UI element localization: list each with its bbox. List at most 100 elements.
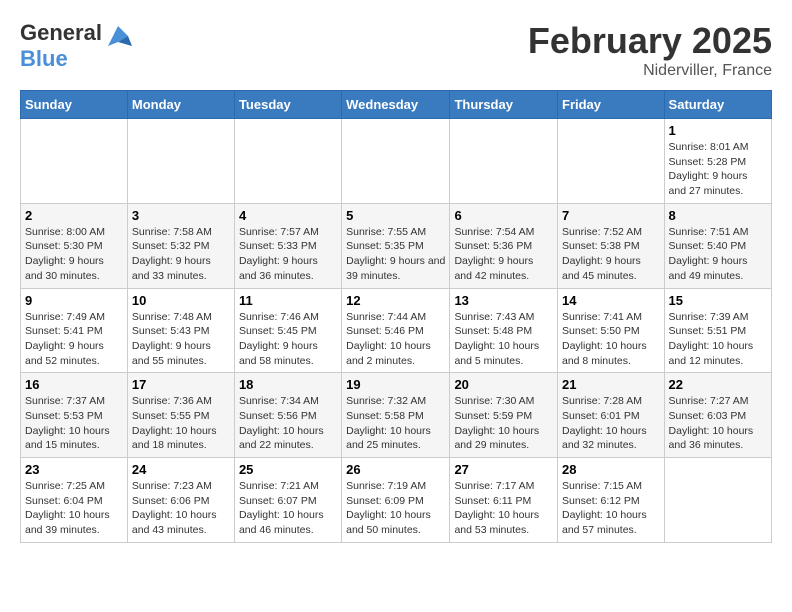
- table-row: 15Sunrise: 7:39 AM Sunset: 5:51 PM Dayli…: [664, 288, 771, 373]
- day-info: Sunrise: 7:52 AM Sunset: 5:38 PM Dayligh…: [562, 225, 660, 284]
- title-area: February 2025 Niderviller, France: [528, 20, 772, 80]
- day-info: Sunrise: 7:55 AM Sunset: 5:35 PM Dayligh…: [346, 225, 445, 284]
- day-number: 21: [562, 377, 660, 392]
- day-info: Sunrise: 7:49 AM Sunset: 5:41 PM Dayligh…: [25, 310, 123, 369]
- table-row: 9 Sunrise: 7:49 AM Sunset: 5:41 PM Daylig…: [21, 288, 128, 373]
- table-row: 1 Sunrise: 8:01 AM Sunset: 5:28 PM Daylig…: [664, 119, 771, 204]
- table-row: 14 Sunrise: 7:41 AM Sunset: 5:50 PM Dayli…: [558, 288, 665, 373]
- table-row: 23 Sunrise: 7:25 AM Sunset: 6:04 PM Dayli…: [21, 458, 128, 543]
- table-row: 28 Sunrise: 7:15 AM Sunset: 6:12 PM Dayli…: [558, 458, 665, 543]
- table-row: 13 Sunrise: 7:43 AM Sunset: 5:48 PM Dayli…: [450, 288, 558, 373]
- month-title: February 2025: [528, 20, 772, 62]
- day-number: 28: [562, 462, 660, 477]
- logo-blue: Blue: [20, 46, 68, 71]
- day-number: 2: [25, 208, 123, 223]
- table-row: [342, 119, 450, 204]
- day-info: Sunrise: 7:15 AM Sunset: 6:12 PM Dayligh…: [562, 479, 660, 538]
- day-number: 24: [132, 462, 230, 477]
- location-title: Niderviller, France: [528, 62, 772, 80]
- table-row: [127, 119, 234, 204]
- day-number: 26: [346, 462, 445, 477]
- day-info: Sunrise: 7:41 AM Sunset: 5:50 PM Dayligh…: [562, 310, 660, 369]
- day-number: 8: [669, 208, 767, 223]
- calendar-week-row: 23 Sunrise: 7:25 AM Sunset: 6:04 PM Dayli…: [21, 458, 772, 543]
- day-info: Sunrise: 7:54 AM Sunset: 5:36 PM Dayligh…: [454, 225, 553, 284]
- logo: General Blue: [20, 20, 132, 72]
- day-number: 6: [454, 208, 553, 223]
- header-thursday: Thursday: [450, 91, 558, 119]
- table-row: 10 Sunrise: 7:48 AM Sunset: 5:43 PM Dayli…: [127, 288, 234, 373]
- table-row: 25 Sunrise: 7:21 AM Sunset: 6:07 PM Dayli…: [234, 458, 341, 543]
- calendar-week-row: 16 Sunrise: 7:37 AM Sunset: 5:53 PM Dayli…: [21, 373, 772, 458]
- table-row: 3 Sunrise: 7:58 AM Sunset: 5:32 PM Daylig…: [127, 203, 234, 288]
- day-number: 19: [346, 377, 445, 392]
- calendar-week-row: 2Sunrise: 8:00 AM Sunset: 5:30 PM Daylig…: [21, 203, 772, 288]
- table-row: 5 Sunrise: 7:55 AM Sunset: 5:35 PM Daylig…: [342, 203, 450, 288]
- table-row: 4Sunrise: 7:57 AM Sunset: 5:33 PM Daylig…: [234, 203, 341, 288]
- table-row: 26 Sunrise: 7:19 AM Sunset: 6:09 PM Dayli…: [342, 458, 450, 543]
- header-tuesday: Tuesday: [234, 91, 341, 119]
- day-info: Sunrise: 7:28 AM Sunset: 6:01 PM Dayligh…: [562, 394, 660, 453]
- day-info: Sunrise: 7:21 AM Sunset: 6:07 PM Dayligh…: [239, 479, 337, 538]
- table-row: [450, 119, 558, 204]
- day-info: Sunrise: 7:43 AM Sunset: 5:48 PM Dayligh…: [454, 310, 553, 369]
- day-info: Sunrise: 7:34 AM Sunset: 5:56 PM Dayligh…: [239, 394, 337, 453]
- table-row: [21, 119, 128, 204]
- table-row: 18 Sunrise: 7:34 AM Sunset: 5:56 PM Dayli…: [234, 373, 341, 458]
- day-info: Sunrise: 8:01 AM Sunset: 5:28 PM Dayligh…: [669, 140, 767, 199]
- day-number: 12: [346, 293, 445, 308]
- header-wednesday: Wednesday: [342, 91, 450, 119]
- day-info: Sunrise: 7:57 AM Sunset: 5:33 PM Dayligh…: [239, 225, 337, 284]
- table-row: 16 Sunrise: 7:37 AM Sunset: 5:53 PM Dayli…: [21, 373, 128, 458]
- day-info: Sunrise: 7:19 AM Sunset: 6:09 PM Dayligh…: [346, 479, 445, 538]
- day-number: 7: [562, 208, 660, 223]
- day-number: 15: [669, 293, 767, 308]
- table-row: 19Sunrise: 7:32 AM Sunset: 5:58 PM Dayli…: [342, 373, 450, 458]
- day-info: Sunrise: 7:51 AM Sunset: 5:40 PM Dayligh…: [669, 225, 767, 284]
- day-number: 16: [25, 377, 123, 392]
- day-number: 23: [25, 462, 123, 477]
- table-row: [558, 119, 665, 204]
- day-info: Sunrise: 7:17 AM Sunset: 6:11 PM Dayligh…: [454, 479, 553, 538]
- table-row: 21 Sunrise: 7:28 AM Sunset: 6:01 PM Dayli…: [558, 373, 665, 458]
- day-number: 3: [132, 208, 230, 223]
- day-number: 10: [132, 293, 230, 308]
- day-number: 14: [562, 293, 660, 308]
- table-row: 22Sunrise: 7:27 AM Sunset: 6:03 PM Dayli…: [664, 373, 771, 458]
- day-number: 5: [346, 208, 445, 223]
- day-number: 9: [25, 293, 123, 308]
- header-saturday: Saturday: [664, 91, 771, 119]
- table-row: 17Sunrise: 7:36 AM Sunset: 5:55 PM Dayli…: [127, 373, 234, 458]
- table-row: [234, 119, 341, 204]
- table-row: 11 Sunrise: 7:46 AM Sunset: 5:45 PM Dayli…: [234, 288, 341, 373]
- table-row: 7 Sunrise: 7:52 AM Sunset: 5:38 PM Daylig…: [558, 203, 665, 288]
- day-number: 1: [669, 123, 767, 138]
- day-info: Sunrise: 7:37 AM Sunset: 5:53 PM Dayligh…: [25, 394, 123, 453]
- day-number: 13: [454, 293, 553, 308]
- day-info: Sunrise: 7:30 AM Sunset: 5:59 PM Dayligh…: [454, 394, 553, 453]
- day-number: 20: [454, 377, 553, 392]
- day-number: 11: [239, 293, 337, 308]
- header-monday: Monday: [127, 91, 234, 119]
- table-row: 20 Sunrise: 7:30 AM Sunset: 5:59 PM Dayli…: [450, 373, 558, 458]
- day-info: Sunrise: 7:48 AM Sunset: 5:43 PM Dayligh…: [132, 310, 230, 369]
- day-info: Sunrise: 7:27 AM Sunset: 6:03 PM Dayligh…: [669, 394, 767, 453]
- header-sunday: Sunday: [21, 91, 128, 119]
- table-row: 12Sunrise: 7:44 AM Sunset: 5:46 PM Dayli…: [342, 288, 450, 373]
- calendar-header-row: Sunday Monday Tuesday Wednesday Thursday…: [21, 91, 772, 119]
- day-info: Sunrise: 7:25 AM Sunset: 6:04 PM Dayligh…: [25, 479, 123, 538]
- day-info: Sunrise: 7:46 AM Sunset: 5:45 PM Dayligh…: [239, 310, 337, 369]
- table-row: 8 Sunrise: 7:51 AM Sunset: 5:40 PM Daylig…: [664, 203, 771, 288]
- day-info: Sunrise: 7:36 AM Sunset: 5:55 PM Dayligh…: [132, 394, 230, 453]
- day-number: 25: [239, 462, 337, 477]
- header-friday: Friday: [558, 91, 665, 119]
- day-info: Sunrise: 7:58 AM Sunset: 5:32 PM Dayligh…: [132, 225, 230, 284]
- logo-general: General: [20, 20, 102, 45]
- table-row: 6 Sunrise: 7:54 AM Sunset: 5:36 PM Daylig…: [450, 203, 558, 288]
- day-number: 18: [239, 377, 337, 392]
- logo-icon: [104, 22, 132, 50]
- calendar: Sunday Monday Tuesday Wednesday Thursday…: [20, 90, 772, 543]
- table-row: [664, 458, 771, 543]
- header: General Blue February 2025 Niderviller, …: [20, 20, 772, 80]
- calendar-week-row: 9 Sunrise: 7:49 AM Sunset: 5:41 PM Daylig…: [21, 288, 772, 373]
